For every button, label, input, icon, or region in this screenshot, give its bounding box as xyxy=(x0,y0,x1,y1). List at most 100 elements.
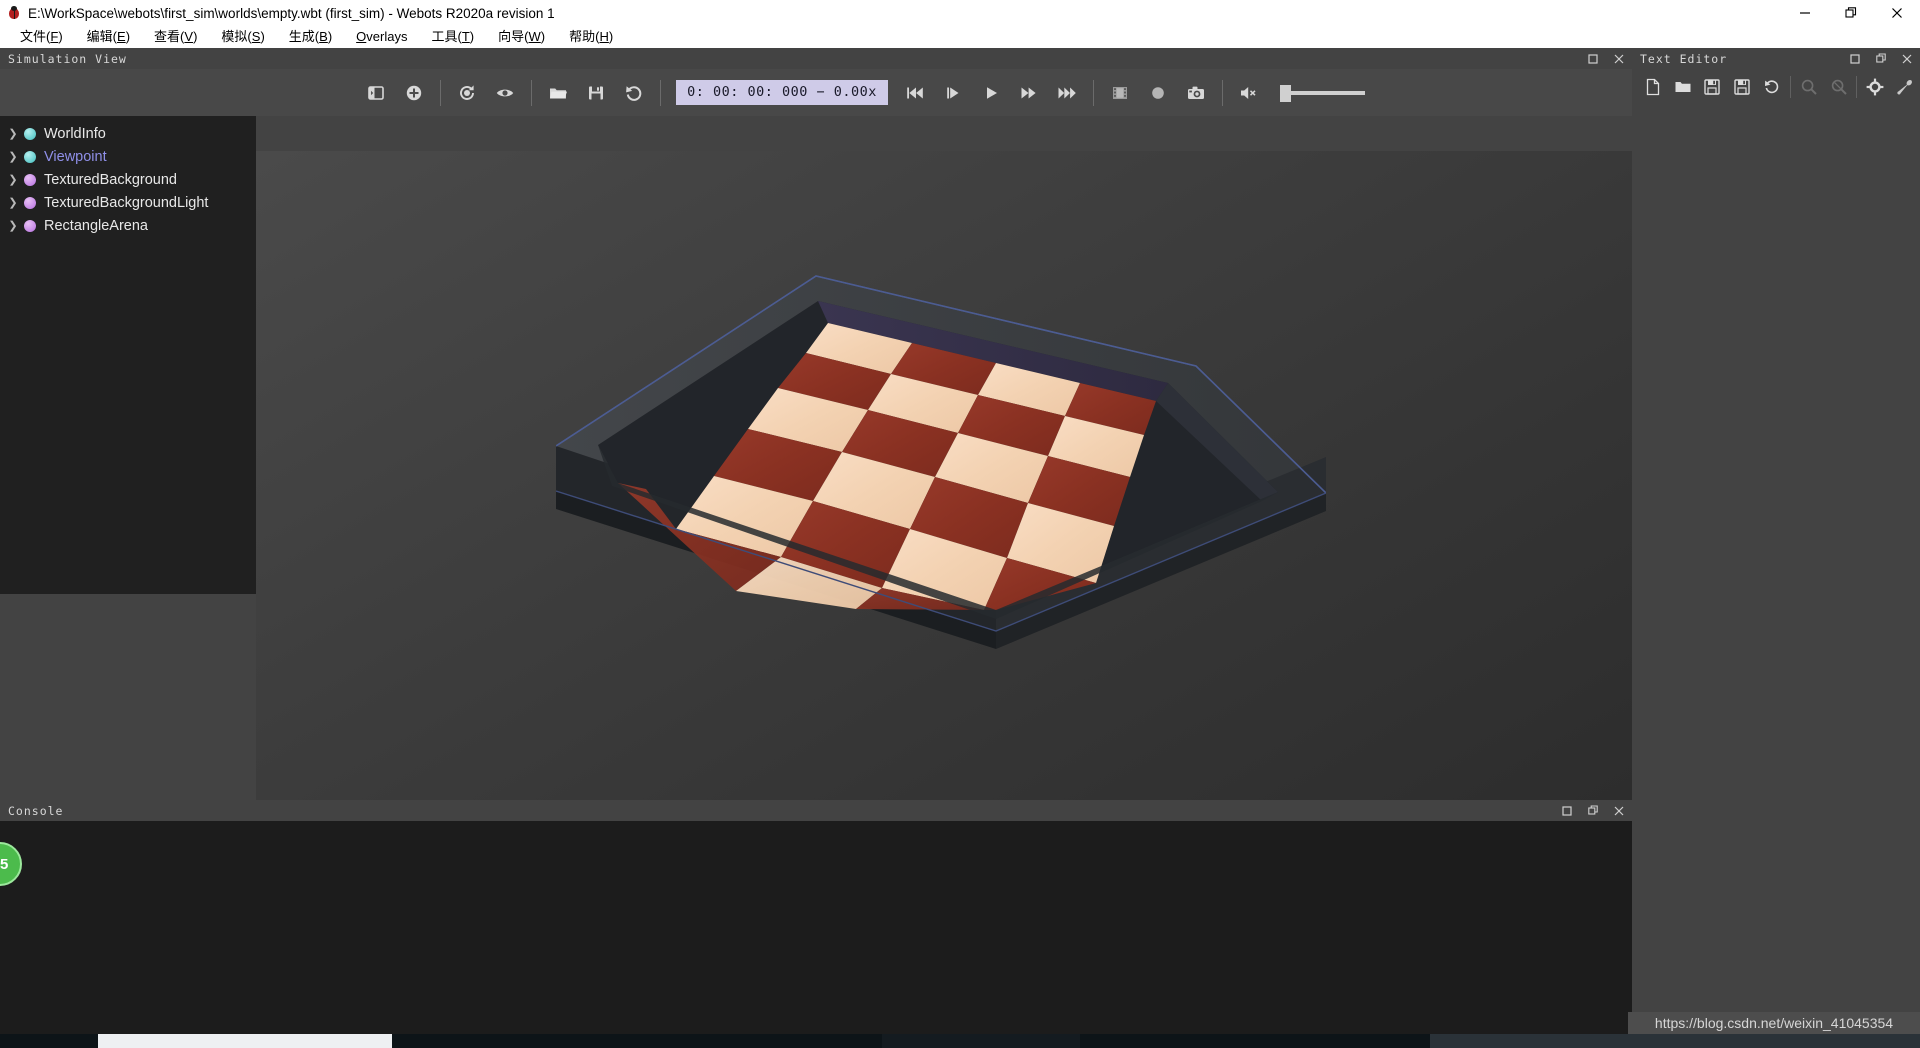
node-type-dot xyxy=(24,127,36,140)
magnifier-icon[interactable] xyxy=(1794,72,1824,102)
reload-world-button[interactable] xyxy=(448,74,486,112)
gear-icon[interactable] xyxy=(1860,72,1890,102)
wrench-icon[interactable] xyxy=(1890,72,1920,102)
text-editor-content[interactable] xyxy=(1632,105,1920,1048)
menu-file-label: 文件 xyxy=(20,29,47,44)
taskbar-segment-active[interactable] xyxy=(98,1034,392,1048)
close-panel-button[interactable] xyxy=(1894,48,1920,69)
menu-view-accel: V xyxy=(184,29,194,44)
menu-wizard-accel: W xyxy=(528,29,541,44)
menu-wizard[interactable]: 向导(W) xyxy=(486,26,557,48)
float-panel-button[interactable] xyxy=(1580,800,1606,821)
menu-edit[interactable]: 编辑(E) xyxy=(75,26,142,48)
new-document-icon[interactable] xyxy=(1638,72,1668,102)
menu-file[interactable]: 文件(F) xyxy=(8,26,75,48)
magnifier-replace-icon[interactable] xyxy=(1824,72,1854,102)
menu-help-accel: H xyxy=(599,29,609,44)
node-type-dot xyxy=(24,219,36,232)
maximize-panel-button[interactable] xyxy=(1842,48,1868,69)
add-node-button[interactable] xyxy=(395,74,433,112)
save-world-button[interactable] xyxy=(577,74,615,112)
tree-node-texturedbackground[interactable]: ❯ TexturedBackground xyxy=(0,168,256,191)
console-title: Console xyxy=(8,803,64,818)
console-header: Console xyxy=(0,800,1632,821)
text-editor-toolbar xyxy=(1632,69,1920,105)
menu-wizard-label: 向导 xyxy=(498,29,525,44)
toolbar-separator xyxy=(1856,76,1858,98)
watermark: https://blog.csdn.net/weixin_41045354 xyxy=(1628,1012,1920,1034)
folder-open-icon[interactable] xyxy=(1668,72,1698,102)
float-panel-button[interactable] xyxy=(1868,48,1894,69)
tree-node-label: TexturedBackground xyxy=(44,171,177,188)
menu-tools[interactable]: 工具(T) xyxy=(419,26,486,48)
close-panel-button[interactable] xyxy=(1606,48,1632,69)
make-movie-button[interactable] xyxy=(1101,74,1139,112)
volume-track xyxy=(1289,90,1365,95)
tree-node-label: TexturedBackgroundLight xyxy=(44,194,209,211)
taskbar-segment xyxy=(1430,1034,1920,1048)
taskbar-segment xyxy=(882,1034,1080,1048)
open-world-button[interactable] xyxy=(539,74,577,112)
chevron-right-icon[interactable]: ❯ xyxy=(6,219,20,232)
rectangle-arena-render xyxy=(556,275,1326,649)
menu-view-label: 查看 xyxy=(154,29,181,44)
restore-button[interactable] xyxy=(1828,0,1874,26)
menu-view[interactable]: 查看(V) xyxy=(142,26,209,48)
eye-icon[interactable] xyxy=(486,74,524,112)
text-editor-title: Text Editor xyxy=(1640,51,1728,66)
menubar: 文件(F) 编辑(E) 查看(V) 模拟(S) 生成(B) Overlays 工… xyxy=(0,26,1920,48)
close-button[interactable] xyxy=(1874,0,1920,26)
toolbar-separator xyxy=(440,79,442,106)
menu-simulation[interactable]: 模拟(S) xyxy=(209,26,276,48)
step-button[interactable] xyxy=(934,74,972,112)
menu-file-accel: F xyxy=(50,29,59,44)
chevron-right-icon[interactable]: ❯ xyxy=(6,127,20,140)
simulation-view-title: Simulation View xyxy=(8,51,127,66)
tree-node-viewpoint[interactable]: ❯ Viewpoint xyxy=(0,145,256,168)
run-fastest-button[interactable] xyxy=(1048,74,1086,112)
volume-knob[interactable] xyxy=(1279,84,1291,102)
record-button[interactable] xyxy=(1139,74,1177,112)
node-type-dot xyxy=(24,173,36,186)
tree-node-rectanglearena[interactable]: ❯ RectangleArena xyxy=(0,214,256,237)
rewind-button[interactable] xyxy=(896,74,934,112)
save-file-icon[interactable] xyxy=(1698,72,1728,102)
menu-build[interactable]: 生成(B) xyxy=(277,26,344,48)
play-button[interactable] xyxy=(972,74,1010,112)
chevron-right-icon[interactable]: ❯ xyxy=(6,196,20,209)
simulation-view-panel: Simulation View 0: 00: 00: 000 − 0.00x ❯… xyxy=(0,48,1632,848)
chevron-right-icon[interactable]: ❯ xyxy=(6,173,20,186)
toggle-sidebar-button[interactable] xyxy=(357,74,395,112)
menu-overlays-label: verlays xyxy=(366,29,408,44)
minimize-button[interactable] xyxy=(1782,0,1828,26)
menu-overlays[interactable]: Overlays xyxy=(344,26,419,48)
3d-simulation-viewport[interactable] xyxy=(256,151,1632,848)
fast-forward-button[interactable] xyxy=(1010,74,1048,112)
screenshot-button[interactable] xyxy=(1177,74,1215,112)
reset-simulation-button[interactable] xyxy=(615,74,653,112)
os-taskbar xyxy=(0,1034,1920,1048)
taskbar-segment xyxy=(392,1034,882,1048)
maximize-panel-button[interactable] xyxy=(1554,800,1580,821)
simulation-time-display[interactable]: 0: 00: 00: 000 − 0.00x xyxy=(676,80,888,105)
tree-node-texturedbackgroundlight[interactable]: ❯ TexturedBackgroundLight xyxy=(0,191,256,214)
toolbar-separator xyxy=(1789,76,1791,98)
maximize-panel-button[interactable] xyxy=(1580,48,1606,69)
speaker-mute-icon[interactable] xyxy=(1230,74,1268,112)
close-panel-button[interactable] xyxy=(1606,800,1632,821)
toolbar-separator xyxy=(1221,79,1223,106)
menu-help[interactable]: 帮助(H) xyxy=(557,26,625,48)
menu-tools-label: 工具 xyxy=(431,29,458,44)
menu-simulation-accel: S xyxy=(251,29,261,44)
tree-node-worldinfo[interactable]: ❯ WorldInfo xyxy=(0,122,256,145)
save-all-icon[interactable] xyxy=(1727,72,1757,102)
reload-icon[interactable] xyxy=(1757,72,1787,102)
toolbar-separator xyxy=(531,79,533,106)
console-output[interactable]: 55 xyxy=(0,821,1632,1048)
volume-slider[interactable] xyxy=(1279,83,1365,103)
text-editor-panel: Text Editor xyxy=(1632,48,1920,1048)
menu-edit-label: 编辑 xyxy=(86,29,113,44)
scene-tree-panel[interactable]: ❯ WorldInfo ❯ Viewpoint ❯ TexturedBackgr… xyxy=(0,116,256,594)
menu-build-label: 生成 xyxy=(288,29,315,44)
chevron-right-icon[interactable]: ❯ xyxy=(6,150,20,163)
